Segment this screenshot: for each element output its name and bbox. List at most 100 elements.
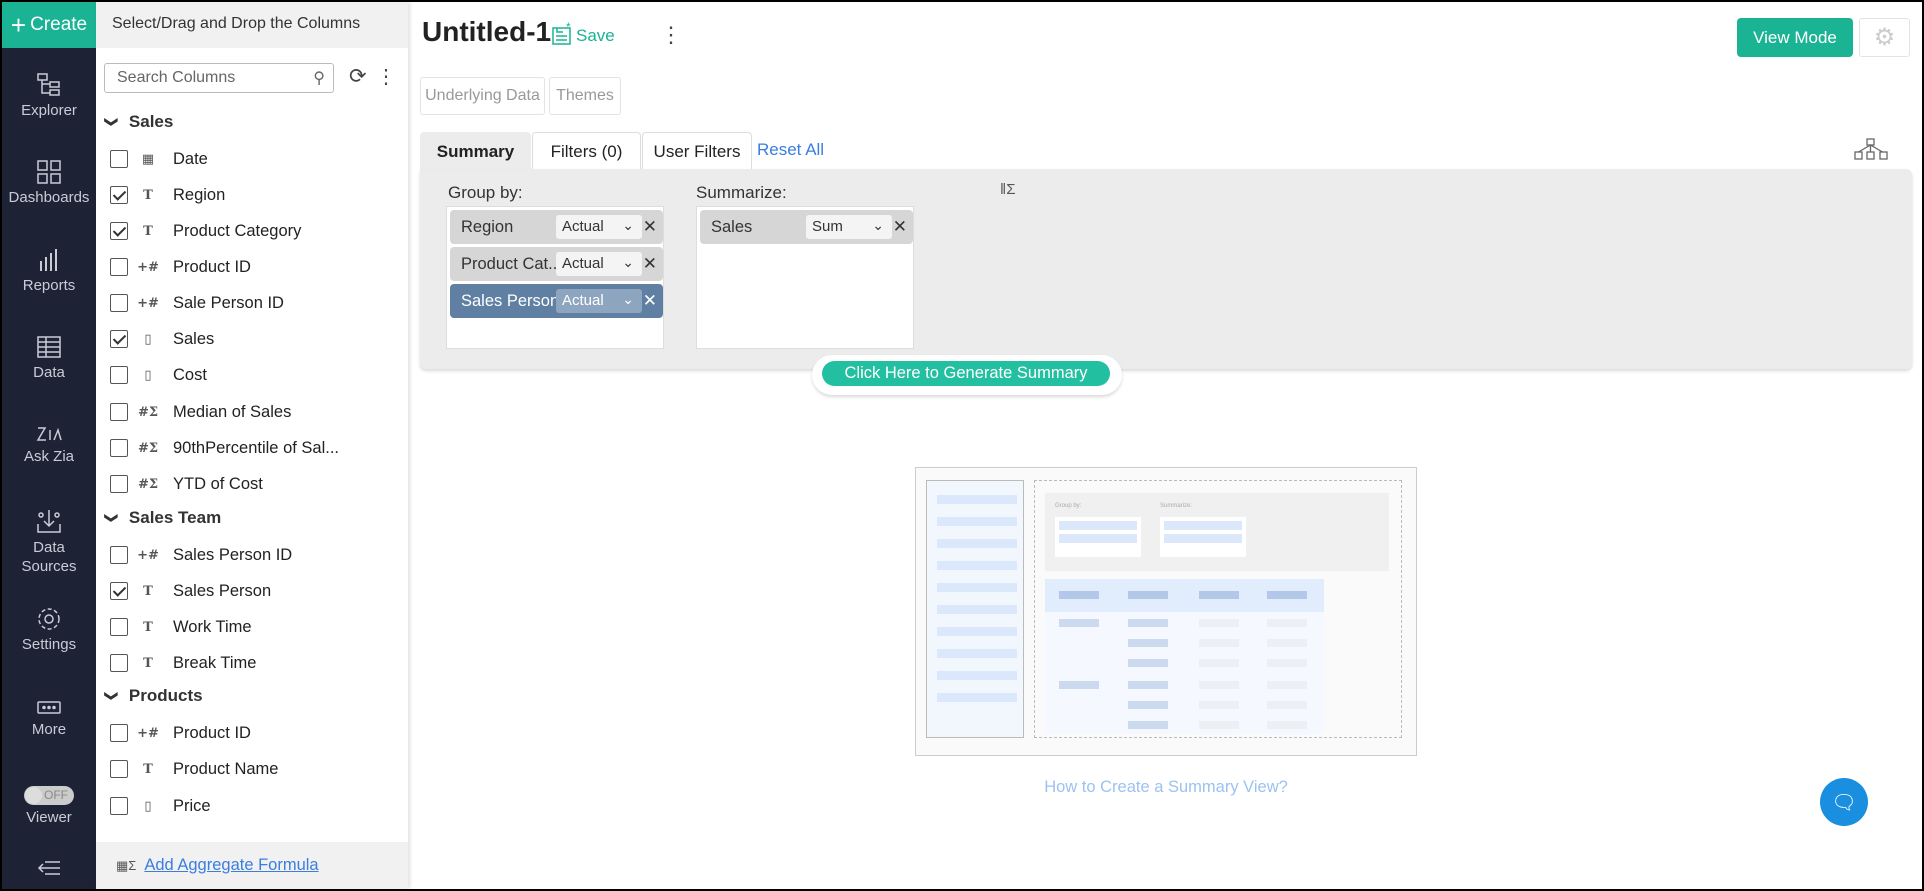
column-checkbox[interactable]	[110, 618, 128, 636]
column-item[interactable]: T Product Name	[110, 755, 278, 783]
settings-gear-button[interactable]: ⚙	[1859, 18, 1910, 57]
column-item[interactable]: T Region	[110, 181, 225, 209]
how-to-link[interactable]: How to Create a Summary View?	[915, 778, 1417, 797]
generate-summary-button[interactable]: Click Here to Generate Summary	[822, 361, 1110, 386]
preview-bar	[1267, 659, 1307, 667]
title-menu-icon[interactable]: ⋮	[660, 22, 682, 48]
column-type-icon: +#	[137, 547, 159, 563]
preview-bar	[1199, 721, 1239, 729]
column-group-header[interactable]: ❯ Sales	[104, 112, 173, 132]
column-group-header[interactable]: ❯ Sales Team	[104, 508, 221, 528]
column-item[interactable]: #Σ YTD of Cost	[110, 470, 263, 498]
search-columns-input[interactable]: Search Columns ⚲	[104, 63, 334, 93]
nav-ask-zia[interactable]: Ask Zia	[2, 422, 96, 465]
column-item[interactable]: +# Product ID	[110, 719, 251, 747]
column-item[interactable]: T Break Time	[110, 649, 256, 677]
column-checkbox[interactable]	[110, 403, 128, 421]
tab-user-filters[interactable]: User Filters	[642, 132, 752, 170]
group-mode-dropdown[interactable]: Actual ⌄	[556, 252, 642, 276]
column-type-icon: ▦	[141, 151, 155, 167]
column-item[interactable]: ▯ Sales	[110, 325, 214, 353]
refresh-icon[interactable]: ⟳	[349, 64, 367, 89]
column-item[interactable]: ▦ Date	[110, 145, 208, 173]
column-checkbox[interactable]	[110, 186, 128, 204]
column-checkbox[interactable]	[110, 760, 128, 778]
nav-settings[interactable]: Settings	[2, 606, 96, 653]
column-checkbox[interactable]	[110, 797, 128, 815]
add-aggregate-formula-link[interactable]: Add Aggregate Formula	[144, 856, 318, 875]
nav-explorer[interactable]: Explorer	[2, 72, 96, 119]
view-mode-button[interactable]: View Mode	[1737, 18, 1853, 57]
summarize-dropzone[interactable]: Sales Sum ⌄ ✕	[696, 206, 914, 349]
column-checkbox[interactable]	[110, 654, 128, 672]
column-checkbox[interactable]	[110, 439, 128, 457]
column-item[interactable]: #Σ 90thPercentile of Sal...	[110, 434, 339, 462]
column-group-header[interactable]: ❯ Products	[104, 686, 202, 706]
group-by-pill[interactable]: Region Actual ⌄ ✕	[450, 210, 663, 244]
preview-bar	[1267, 681, 1307, 689]
nav-data-sources[interactable]: Data Sources	[2, 508, 96, 576]
column-checkbox[interactable]	[110, 475, 128, 493]
tab-filters[interactable]: Filters (0)	[532, 132, 641, 170]
underlying-data-button[interactable]: Underlying Data	[420, 77, 545, 115]
column-checkbox[interactable]	[110, 582, 128, 600]
column-type-icon: #Σ	[137, 404, 159, 420]
themes-button[interactable]: Themes	[549, 77, 621, 115]
chevron-down-icon: ❯	[104, 512, 120, 524]
hierarchy-icon[interactable]	[1854, 138, 1888, 165]
collapse-nav-button[interactable]	[2, 858, 96, 882]
column-panel: Select/Drag and Drop the Columns Search …	[96, 2, 408, 889]
chevron-down-icon: ⌄	[622, 291, 634, 307]
column-checkbox[interactable]	[110, 222, 128, 240]
column-checkbox[interactable]	[110, 294, 128, 312]
remove-icon[interactable]: ✕	[643, 254, 657, 274]
summarize-options-icon[interactable]: ‖Σ	[1000, 181, 1015, 198]
group-by-pill[interactable]: Sales Person Actual ⌄ ✕	[450, 284, 663, 318]
group-mode-dropdown[interactable]: Actual ⌄	[556, 289, 642, 313]
kebab-menu-icon[interactable]: ⋮	[376, 64, 396, 89]
column-checkbox[interactable]	[110, 724, 128, 742]
column-item[interactable]: T Sales Person	[110, 577, 271, 605]
toggle-switch[interactable]: OFF	[24, 786, 74, 805]
column-checkbox[interactable]	[110, 330, 128, 348]
preview-bar	[1059, 591, 1099, 599]
viewer-toggle[interactable]: OFF Viewer	[2, 786, 96, 826]
column-item[interactable]: ▯ Cost	[110, 361, 207, 389]
column-checkbox[interactable]	[110, 150, 128, 168]
group-by-pill[interactable]: Product Cat... Actual ⌄ ✕	[450, 247, 663, 281]
column-checkbox[interactable]	[110, 366, 128, 384]
group-mode-dropdown[interactable]: Actual ⌄	[556, 215, 642, 239]
preview-bar	[1128, 591, 1168, 599]
column-item[interactable]: T Work Time	[110, 613, 252, 641]
remove-icon[interactable]: ✕	[643, 217, 657, 237]
preview-bar	[1199, 619, 1239, 627]
aggregate-dropdown[interactable]: Sum ⌄	[806, 215, 892, 239]
column-item[interactable]: +# Sale Person ID	[110, 289, 284, 317]
column-item[interactable]: +# Sales Person ID	[110, 541, 292, 569]
column-checkbox[interactable]	[110, 546, 128, 564]
reset-all-link[interactable]: Reset All	[757, 140, 824, 160]
create-button[interactable]: + Create	[2, 2, 96, 48]
nav-more[interactable]: More	[2, 699, 96, 738]
remove-icon[interactable]: ✕	[893, 217, 907, 237]
chat-support-button[interactable]: 🗨	[1820, 778, 1868, 826]
column-item[interactable]: ▯ Price	[110, 792, 211, 820]
summarize-pill[interactable]: Sales Sum ⌄ ✕	[700, 210, 913, 244]
aggregate-formula-icon: ▦Σ	[116, 857, 137, 873]
column-type-icon: +#	[137, 295, 159, 311]
nav-reports[interactable]: Reports	[2, 247, 96, 294]
tab-summary[interactable]: Summary	[420, 132, 531, 170]
group-by-dropzone[interactable]: Region Actual ⌄ ✕ Product Cat... Actual ⌄ ✕ Sale…	[446, 206, 664, 349]
preview-bar	[1199, 701, 1239, 709]
remove-icon[interactable]: ✕	[643, 291, 657, 311]
summary-config-panel: Group by: Region Actual ⌄ ✕ Product Cat... Ac…	[420, 169, 1912, 369]
column-item[interactable]: +# Product ID	[110, 253, 251, 281]
column-checkbox[interactable]	[110, 258, 128, 276]
nav-data[interactable]: Data	[2, 334, 96, 381]
nav-dashboards[interactable]: Dashboards	[2, 159, 96, 206]
column-type-icon: ▯	[144, 331, 152, 347]
save-button[interactable]: * Save	[552, 22, 615, 46]
svg-text:*: *	[566, 22, 571, 34]
column-item[interactable]: T Product Category	[110, 217, 301, 245]
column-item[interactable]: #Σ Median of Sales	[110, 398, 291, 426]
